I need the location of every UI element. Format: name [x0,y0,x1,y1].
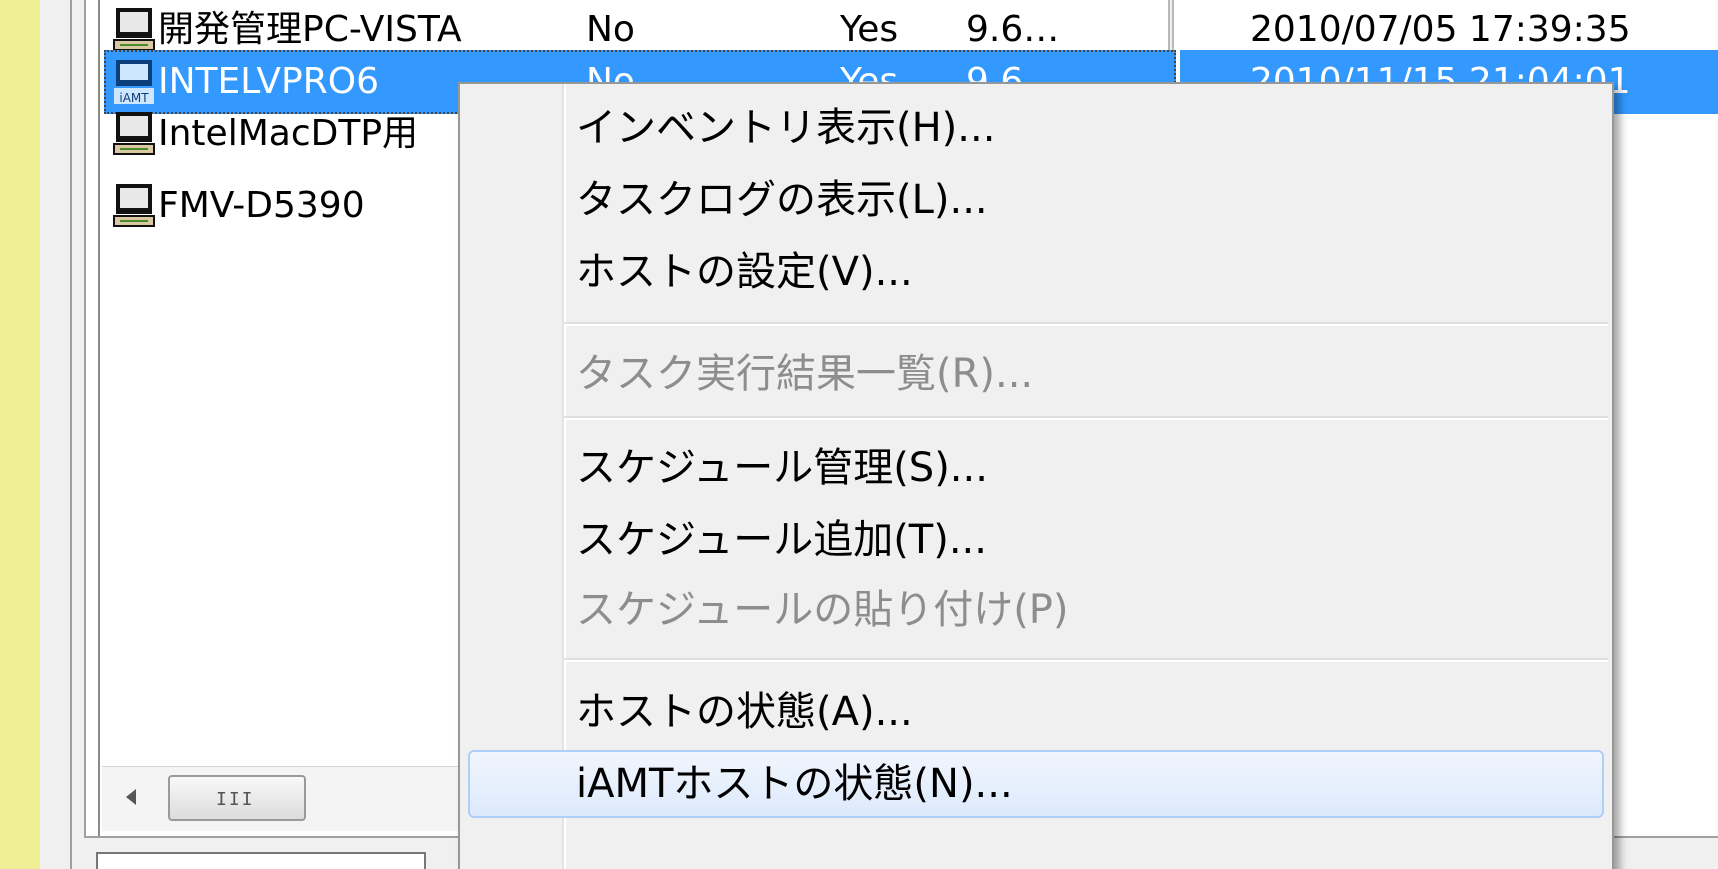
menu-item-task-results: タスク実行結果一覧(R)... [460,338,1612,410]
menu-item-label: スケジュールの貼り付け(P) [576,587,1069,633]
menu-item-host-settings[interactable]: ホストの設定(V)... [460,236,1612,308]
menu-item-label: スケジュール追加(T)... [576,517,987,563]
computer-icon [113,112,155,155]
computer-icon [113,8,155,51]
menu-item-label: iAMTホストの状態(N)... [576,761,1013,807]
menu-item-task-log[interactable]: タスクログの表示(L)... [460,164,1612,236]
host-name: IntelMacDTP用 [158,113,419,154]
frame-divider [70,0,72,869]
menu-separator [564,416,1608,420]
app-window: 開発管理PC-VISTA No Yes 9.6… 2010/07/05 17:3… [0,0,1718,869]
menu-separator [564,658,1608,662]
menu-item-label: インベントリ表示(H)... [576,105,996,151]
computer-icon [113,184,155,227]
frame-divider [84,0,86,869]
menu-item-host-status[interactable]: ホストの状態(A)... [460,676,1612,748]
menu-item-label: スケジュール管理(S)... [576,445,988,491]
window-frame [40,0,84,869]
scrollbar-thumb[interactable]: III [168,775,306,821]
menu-item-label: ホストの状態(A)... [576,689,913,735]
bottom-panel [96,852,426,869]
menu-item-schedule-add[interactable]: スケジュール追加(T)... [460,504,1612,576]
menu-item-iamt-host-status[interactable]: iAMTホストの状態(N)... [460,748,1612,820]
scroll-left-arrow-icon[interactable] [126,789,136,805]
context-menu: インベントリ表示(H)... タスクログの表示(L)... ホストの設定(V).… [458,82,1614,869]
menu-item-label: ホストの設定(V)... [576,249,913,295]
menu-item-label: タスク実行結果一覧(R)... [576,351,1034,397]
host-name: FMV-D5390 [158,185,365,226]
menu-item-schedule-paste: スケジュールの貼り付け(P) [460,574,1612,646]
iamt-computer-icon: iAMT [114,60,154,105]
left-panel-strip [0,0,40,869]
scrollbar-grip: III [216,789,255,810]
menu-separator [564,322,1608,326]
horizontal-scrollbar[interactable]: III [102,766,462,831]
menu-item-schedule-manage[interactable]: スケジュール管理(S)... [460,432,1612,504]
menu-item-inventory[interactable]: インベントリ表示(H)... [460,92,1612,164]
menu-item-label: タスクログの表示(L)... [576,177,988,223]
